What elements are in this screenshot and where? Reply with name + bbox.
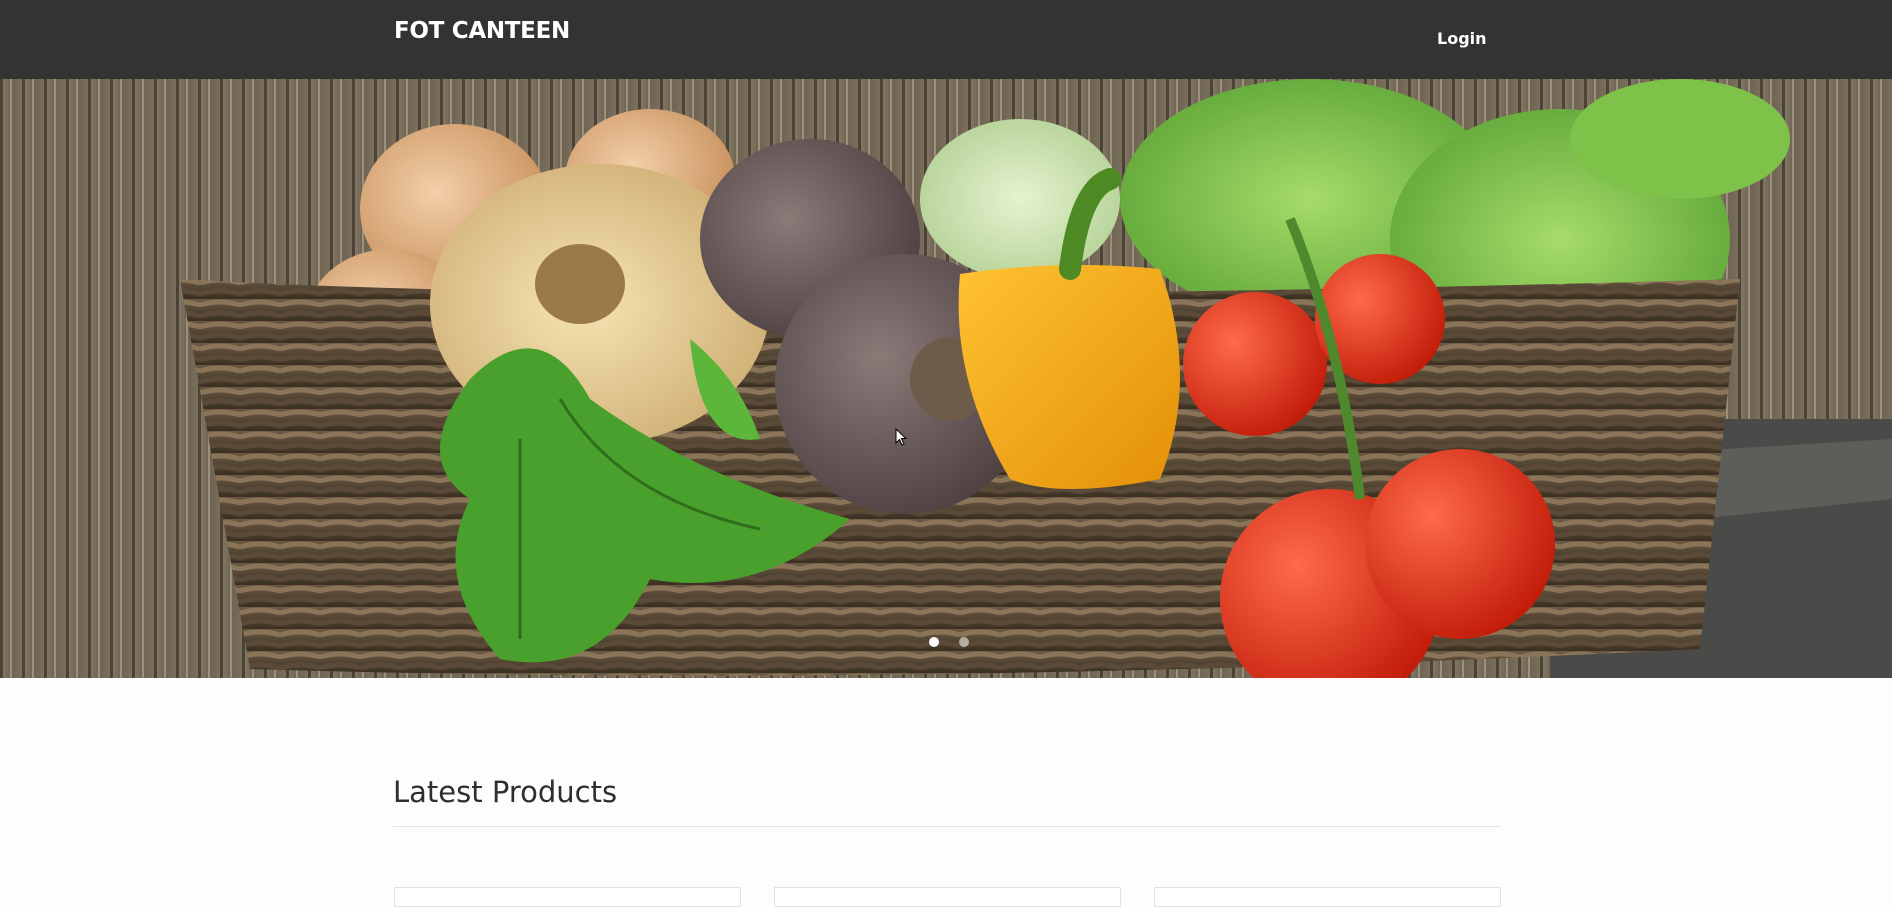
product-card[interactable] [1154, 887, 1501, 907]
hero-carousel[interactable] [0, 79, 1892, 678]
section-divider [393, 826, 1501, 827]
top-navbar: FOT CANTEEN Login [0, 0, 1892, 79]
mouse-cursor-icon [895, 428, 907, 446]
product-card[interactable] [774, 887, 1121, 907]
carousel-dot-1[interactable] [929, 637, 939, 647]
section-title-latest-products: Latest Products [393, 775, 618, 809]
brand-logo-link[interactable]: FOT CANTEEN [394, 18, 570, 44]
login-link[interactable]: Login [1437, 29, 1487, 48]
product-card[interactable] [394, 887, 741, 907]
hero-image [0, 79, 1892, 678]
carousel-dot-2[interactable] [959, 637, 969, 647]
